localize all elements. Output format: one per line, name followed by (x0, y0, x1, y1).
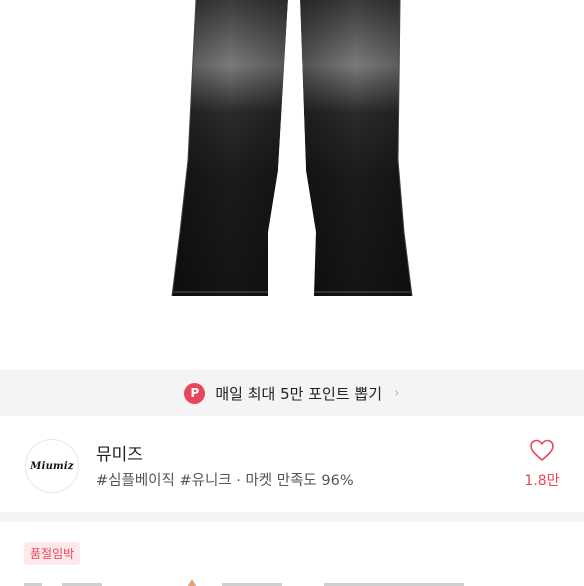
like-button[interactable]: 1.8만 (522, 438, 562, 490)
shop-tags: #심플베이직 #유니크 · 마켓 만족도 96% (96, 473, 354, 489)
shop-name[interactable]: 뮤미즈 (96, 440, 143, 465)
shop-logo-text: Miumiz (30, 460, 74, 472)
section-divider (0, 512, 584, 522)
chevron-right-icon: › (394, 385, 400, 401)
heart-icon (530, 439, 554, 462)
points-promo-banner[interactable]: P 매일 최대 5만 포인트 뽑기 › (0, 370, 584, 416)
shop-logo[interactable]: Miumiz (25, 439, 79, 493)
jeans-image (171, 0, 413, 297)
promo-text: 매일 최대 5만 포인트 뽑기 (215, 384, 382, 403)
point-badge-icon: P (184, 382, 206, 404)
like-count: 1.8만 (524, 473, 560, 489)
product-title-cutoff (24, 574, 464, 586)
product-summary: 품절임박 (0, 522, 584, 586)
shop-info[interactable]: Miumiz 뮤미즈 #심플베이직 #유니크 · 마켓 만족도 96% 1.8만 (0, 416, 584, 512)
product-image[interactable] (0, 0, 584, 370)
status-badge: 품절임박 (24, 542, 81, 565)
